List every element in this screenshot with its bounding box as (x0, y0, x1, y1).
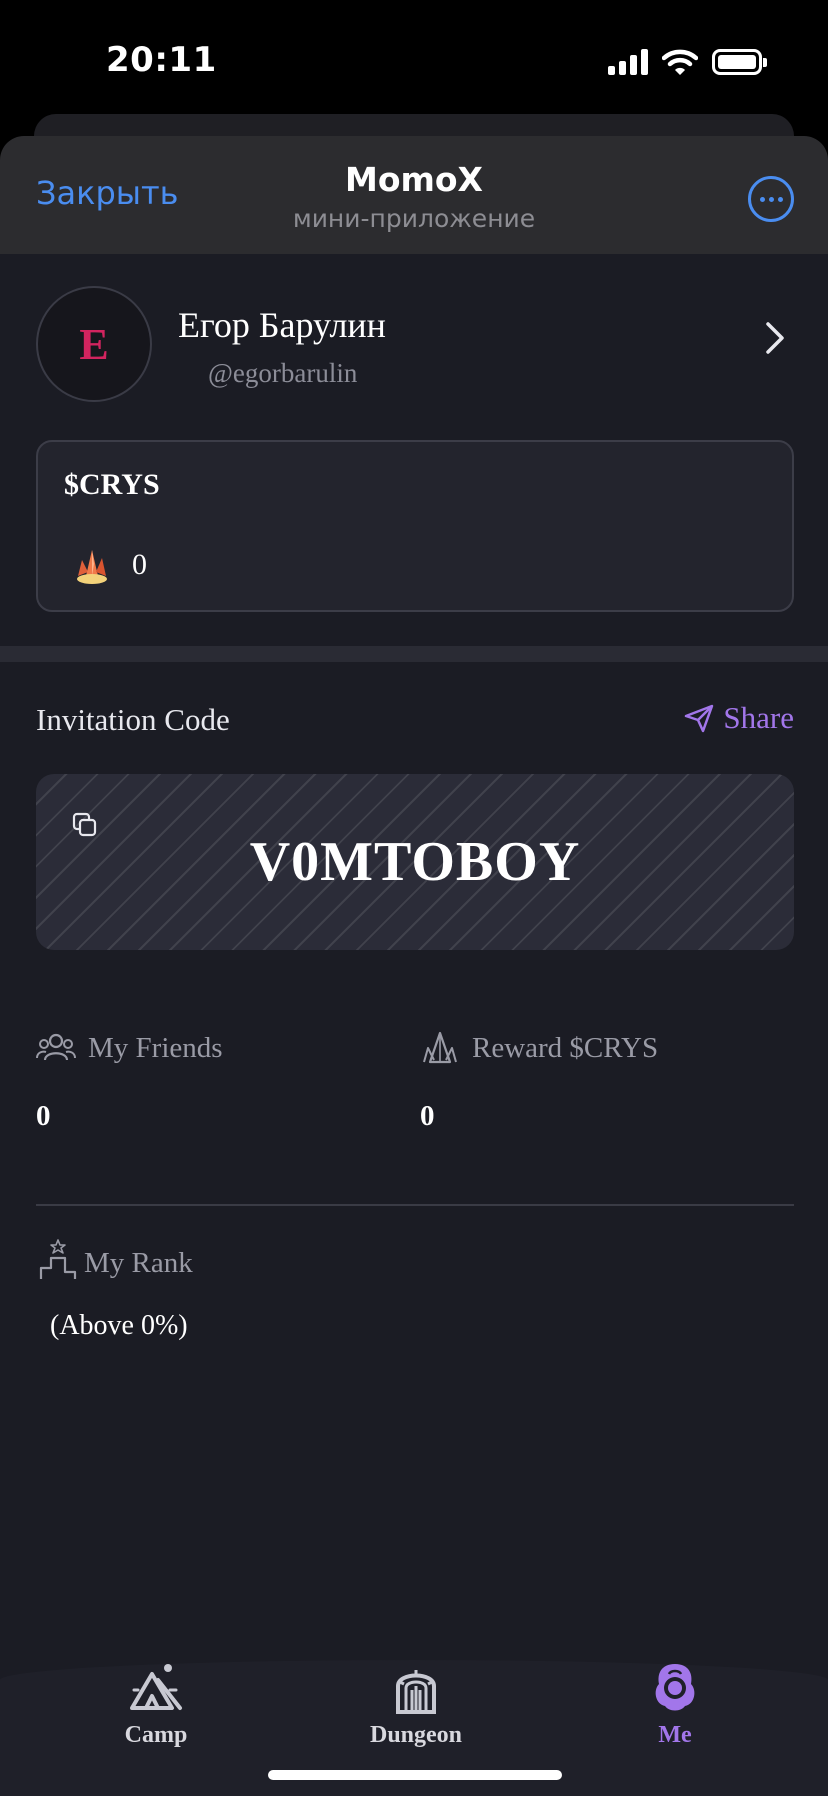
reward-stat: Reward $CRYS 0 (420, 1030, 658, 1133)
crystal-icon (77, 550, 107, 584)
invitation-code: V0MTOBOY (249, 831, 581, 893)
friends-stat: My Friends 0 (36, 1030, 223, 1133)
friends-label: My Friends (88, 1031, 223, 1064)
invitation-code-card[interactable]: V0MTOBOY (36, 774, 794, 950)
invitation-code-label: Invitation Code (36, 702, 230, 737)
crystal-outline-icon (423, 1031, 457, 1064)
dungeon-icon (396, 1670, 436, 1714)
share-label: Share (723, 700, 794, 735)
podium-icon (39, 1239, 77, 1279)
avatar: E (36, 286, 152, 402)
nav-dungeon[interactable]: Dungeon (326, 1660, 506, 1749)
wifi-icon (662, 49, 698, 75)
profile-handle: @egorbarulin (208, 358, 358, 388)
status-icons (608, 48, 767, 76)
status-bar: 20:11 (0, 0, 828, 120)
send-icon (685, 704, 714, 733)
friends-value: 0 (36, 1100, 51, 1132)
signal-icon (608, 49, 648, 75)
chevron-right-icon (766, 322, 784, 354)
home-indicator (268, 1770, 562, 1780)
app-title: MomoX (344, 160, 483, 199)
app-content: E Егор Барулин @egorbarulin $CRYS 0 Invi… (0, 254, 828, 1796)
reward-label: Reward $CRYS (472, 1031, 659, 1064)
miniapp-header: Закрыть MomoX мини-приложение (0, 136, 828, 254)
battery-icon (712, 49, 767, 75)
rank-value: (Above 0%) (50, 1310, 188, 1341)
profile-row[interactable]: E Егор Барулин @egorbarulin (36, 286, 796, 404)
rank-label: My Rank (84, 1247, 193, 1279)
nav-dungeon-label: Dungeon (369, 1722, 463, 1748)
nav-camp[interactable]: Camp (66, 1660, 246, 1749)
balance-value: 0 (132, 548, 147, 581)
friends-icon (36, 1033, 76, 1061)
divider (36, 1204, 794, 1206)
reward-value: 0 (420, 1100, 435, 1132)
camp-icon (130, 1664, 182, 1710)
more-icon[interactable] (748, 176, 794, 222)
me-icon (655, 1664, 695, 1711)
section-divider (0, 646, 828, 662)
balance-title: $CRYS (64, 468, 160, 501)
share-button[interactable]: Share (683, 700, 794, 736)
rank-header: My Rank (38, 1238, 193, 1280)
profile-name: Егор Барулин (178, 305, 386, 345)
nav-me[interactable]: Me (585, 1660, 765, 1749)
nav-camp-label: Camp (124, 1722, 188, 1748)
status-time: 20:11 (106, 40, 217, 80)
nav-me-label: Me (658, 1722, 692, 1748)
balance-card: $CRYS 0 (36, 440, 794, 612)
app-subtitle: мини-приложение (292, 204, 536, 233)
